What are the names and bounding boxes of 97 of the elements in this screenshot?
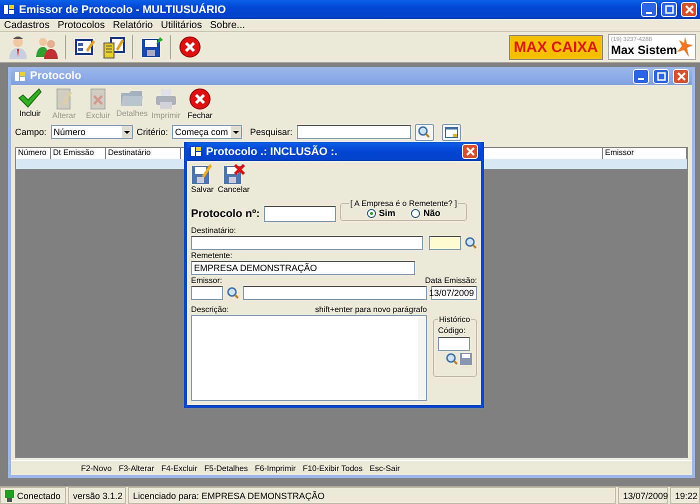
document-delete-icon bbox=[88, 88, 108, 110]
destinatario-field[interactable] bbox=[191, 236, 423, 250]
close-button[interactable] bbox=[681, 2, 697, 17]
protocol-field[interactable] bbox=[264, 206, 336, 222]
search-icon[interactable] bbox=[446, 353, 458, 365]
menu-item[interactable]: Relatório bbox=[112, 20, 153, 30]
window-title: Emissor de Protocolo - MULTIUSUÁRIO bbox=[19, 4, 227, 16]
search-button[interactable] bbox=[414, 124, 434, 140]
person-icon bbox=[6, 35, 28, 59]
scrollbar[interactable] bbox=[418, 316, 426, 400]
radio-dot[interactable] bbox=[411, 208, 420, 218]
status-text: 13/07/2009 bbox=[623, 490, 668, 500]
maximize-icon bbox=[656, 72, 666, 80]
campo-dropdown[interactable]: Número bbox=[50, 125, 133, 139]
floppy-edit-icon bbox=[191, 163, 214, 185]
floppy-save-icon bbox=[140, 36, 162, 58]
field-label: Remetente: bbox=[191, 251, 234, 260]
status-text: Licenciado para: EMPRESA DEMONSTRAÇÃO bbox=[133, 490, 325, 500]
network-icon bbox=[5, 490, 14, 502]
radio-button[interactable]: Sim bbox=[366, 208, 396, 218]
search-icon[interactable] bbox=[465, 237, 477, 249]
floppy-cancel-icon bbox=[222, 163, 245, 185]
app-icon bbox=[4, 4, 15, 15]
hint-text: shift+enter para novo parágrafo bbox=[315, 305, 427, 314]
shortcut-hint: F3-Alterar bbox=[118, 464, 154, 472]
radio-button[interactable]: Não bbox=[411, 208, 440, 218]
people-icon bbox=[34, 35, 58, 59]
shortcut-hint: Esc-Sair bbox=[370, 464, 400, 472]
field-label: Campo: bbox=[15, 127, 47, 137]
menu-item[interactable]: Protocolos bbox=[58, 20, 105, 30]
logo-text: Max Sistem bbox=[610, 43, 677, 57]
shortcut-hint: F2-Novo bbox=[81, 464, 112, 472]
field-label: Data Emissão: bbox=[424, 276, 477, 285]
maximize-button[interactable] bbox=[661, 2, 677, 17]
cancel-button[interactable]: Cancelar bbox=[218, 163, 250, 197]
field-label: Protocolo nº: bbox=[191, 208, 260, 220]
emissor-field[interactable] bbox=[243, 286, 427, 300]
field-label: Pesquisar: bbox=[250, 127, 293, 137]
field-label: Descrição: bbox=[191, 305, 230, 314]
emissor-code-field[interactable] bbox=[191, 286, 223, 300]
floppy-icon[interactable] bbox=[460, 353, 472, 365]
criterio-dropdown[interactable]: Começa com bbox=[172, 125, 242, 139]
radio-dot[interactable] bbox=[366, 208, 376, 218]
close-icon bbox=[466, 147, 474, 156]
minimize-button[interactable] bbox=[641, 2, 657, 17]
close-icon bbox=[684, 5, 694, 14]
document-edit-icon bbox=[54, 88, 74, 110]
shortcut-hint: F10-Exibir Todos bbox=[302, 464, 363, 472]
form-edit-icon bbox=[74, 36, 96, 58]
documents-edit-icon bbox=[102, 35, 126, 59]
caret-icon[interactable] bbox=[231, 126, 242, 138]
group-legend: [ A Empresa é o Remetente? ] bbox=[349, 199, 458, 208]
field-label: Destinatário: bbox=[191, 226, 237, 235]
shortcut-hint: F6-Imprimir bbox=[254, 464, 296, 472]
star-icon bbox=[677, 37, 693, 57]
close-icon bbox=[189, 88, 211, 110]
app-icon bbox=[191, 146, 202, 157]
minimize-icon bbox=[638, 78, 644, 80]
toolbar-button[interactable]: Fechar bbox=[185, 88, 215, 122]
date-field[interactable]: 13/07/2009 bbox=[431, 286, 477, 300]
close-button[interactable] bbox=[462, 144, 478, 159]
menu-item[interactable]: Utilitários bbox=[160, 20, 202, 30]
search-icon[interactable] bbox=[227, 287, 239, 299]
window-button[interactable] bbox=[442, 124, 461, 140]
printer-icon bbox=[155, 88, 177, 110]
shortcut-hint: F4-Excluir bbox=[161, 464, 198, 472]
field-label: Código: bbox=[438, 326, 467, 335]
menu-item[interactable]: Sobre... bbox=[210, 20, 246, 30]
codigo-field[interactable] bbox=[438, 337, 470, 351]
close-button[interactable] bbox=[673, 68, 689, 84]
code-field[interactable] bbox=[429, 236, 461, 250]
maximize-icon bbox=[664, 5, 674, 14]
close-icon bbox=[676, 72, 686, 80]
logo: MAX CAIXA bbox=[508, 34, 603, 60]
field-label: Emissor: bbox=[191, 276, 224, 285]
status-text: 19:22 bbox=[675, 490, 698, 500]
folder-icon bbox=[120, 88, 144, 108]
checkmark-icon bbox=[18, 88, 42, 108]
shortcut-hint: F5-Detalhes bbox=[204, 464, 248, 472]
maximize-button[interactable] bbox=[653, 68, 669, 84]
minimize-button[interactable] bbox=[633, 68, 649, 84]
minimize-icon bbox=[646, 12, 652, 14]
app-icon bbox=[15, 70, 26, 82]
remetente-field[interactable]: EMPRESA DEMONSTRAÇÃO bbox=[191, 261, 415, 275]
group-legend: Histórico bbox=[438, 315, 472, 324]
save-button[interactable]: Salvar bbox=[191, 163, 214, 197]
window-title: Protocolo bbox=[30, 70, 82, 82]
close-icon bbox=[178, 36, 200, 58]
field-label: Critério: bbox=[136, 127, 168, 137]
menu-item[interactable]: Cadastros bbox=[4, 20, 50, 30]
status-text: versão 3.1.2 bbox=[73, 490, 123, 500]
caret-icon[interactable] bbox=[122, 126, 132, 138]
status-text: Conectado bbox=[17, 490, 61, 500]
dialog-title: Protocolo .: INCLUSÃO :. bbox=[206, 146, 338, 158]
search-field[interactable] bbox=[296, 125, 411, 139]
toolbar-button[interactable]: Incluir bbox=[15, 88, 45, 122]
description-field[interactable] bbox=[191, 315, 427, 401]
